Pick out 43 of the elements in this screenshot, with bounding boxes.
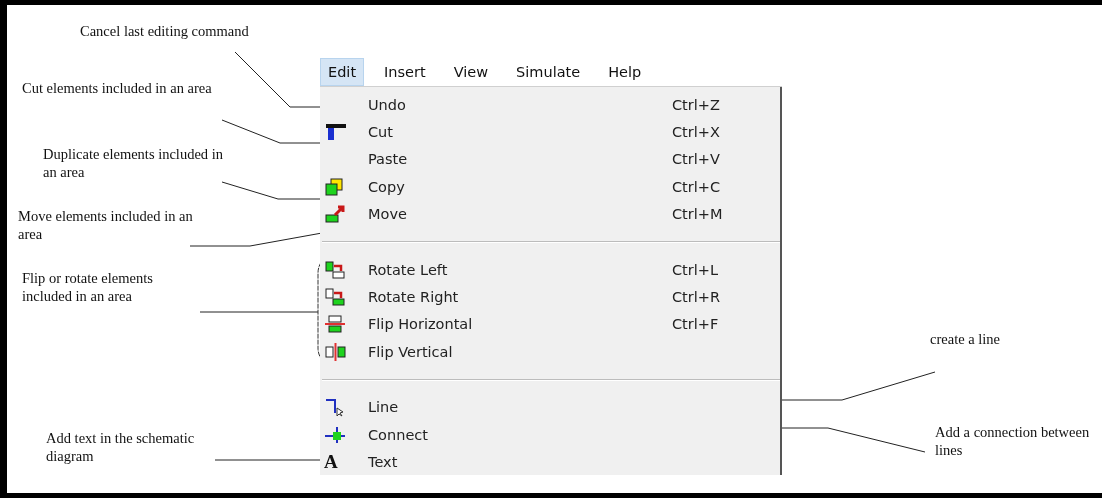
menu-item[interactable]: Line	[368, 399, 672, 416]
junction-icon	[324, 424, 346, 445]
tool-icon	[324, 122, 348, 143]
move-icon	[324, 204, 346, 225]
annotation-text: Add a connection between lines	[935, 423, 1091, 459]
menu-bar-item[interactable]: Edit	[320, 58, 365, 86]
annotation-text: Move elements included in an area	[18, 207, 194, 243]
rotate-left-icon	[324, 259, 346, 280]
menu-item[interactable]: Paste	[368, 151, 672, 168]
menu-item[interactable]: Connect	[368, 426, 672, 443]
shortcut-text: Ctrl+V	[672, 151, 720, 168]
menu-item[interactable]: Move	[368, 206, 672, 223]
shortcut-text: Ctrl+Z	[672, 96, 720, 113]
shortcut-text: Ctrl+F	[672, 316, 719, 333]
annotation-text: create a line	[930, 330, 1002, 348]
menu-item[interactable]: Rotate Left	[368, 261, 672, 278]
menu-item[interactable]: Copy	[368, 178, 672, 195]
menu-item[interactable]: Rotate Right	[368, 289, 672, 306]
shortcut-text: Ctrl+R	[672, 289, 721, 306]
shortcut-text: Ctrl+X	[672, 124, 720, 141]
annotation-text: Cut elements included in an area	[22, 79, 212, 97]
shortcut-text: Ctrl+M	[672, 206, 723, 223]
annotation-text: Flip or rotate elements included in an area	[22, 269, 154, 305]
menu-bar-item[interactable]: Simulate	[508, 58, 589, 86]
menu-bar-item[interactable]: Insert	[376, 58, 434, 86]
menu-item[interactable]: Undo	[368, 96, 672, 113]
squares-icon	[324, 176, 344, 197]
line-cursor-icon	[324, 397, 346, 418]
rotate-right-icon	[324, 287, 346, 308]
menu-item[interactable]: Cut	[368, 124, 672, 141]
menu-bar-item[interactable]: View	[445, 58, 497, 86]
flip-vertical-icon	[324, 341, 348, 362]
shortcut-text: Ctrl+L	[672, 261, 719, 278]
menu-item[interactable]: Text	[368, 454, 672, 470]
annotation-text: Cancel last editing command	[80, 22, 250, 40]
letter-icon: A	[324, 452, 338, 472]
shortcut-text: Ctrl+C	[672, 178, 721, 195]
annotation-text: Duplicate elements included in an area	[43, 145, 223, 181]
menu-bar-item[interactable]: Help	[600, 58, 650, 86]
annotation-text: Add text in the schematic diagram	[46, 429, 196, 465]
menu-item[interactable]: Flip Vertical	[368, 343, 672, 360]
flip-horizontal-icon	[324, 314, 346, 335]
menu-item[interactable]: Flip Horizontal	[368, 316, 672, 333]
